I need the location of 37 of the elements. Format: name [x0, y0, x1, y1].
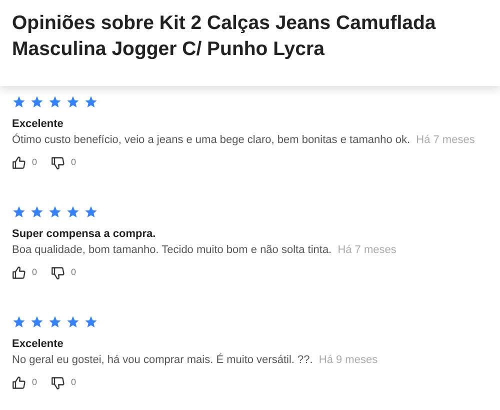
star-icon: [12, 205, 26, 219]
review-title: Super compensa a compra.: [12, 227, 157, 241]
page-title: Opiniões sobre Kit 2 Calças Jeans Camuflada Masculina Jogger C/ Punho Lycra: [12, 11, 437, 62]
review-text: Ótimo custo benefício, veio a jeans e uma bege claro, bem bonitas e tamanho ok.: [12, 134, 410, 146]
like-button[interactable]: 0: [12, 266, 38, 280]
star-icon: [66, 205, 80, 219]
review-title: Excelente: [12, 117, 64, 131]
star-icon: [84, 205, 98, 219]
dislike-button[interactable]: 0: [51, 376, 76, 390]
star-icon: [48, 205, 62, 219]
star-icon: [48, 315, 62, 329]
review-text: Boa qualidade, bom tamanho. Tecido muito bom e não solta tinta.: [12, 244, 332, 256]
review-date: Há 7 meses: [338, 244, 396, 256]
thumbs-up-icon: [12, 266, 26, 280]
star-icon: [66, 95, 80, 109]
like-button[interactable]: 0: [12, 156, 38, 170]
star-icon: [30, 315, 44, 329]
thumbs-down-icon: [51, 266, 66, 280]
dislike-button[interactable]: 0: [51, 156, 76, 170]
review-title: Excelente: [12, 337, 64, 351]
star-icon: [30, 205, 44, 219]
dislike-button[interactable]: 0: [51, 266, 76, 280]
thumbs-down-icon: [51, 156, 66, 170]
star-icon: [66, 315, 80, 329]
star-icon: [12, 95, 26, 109]
star-icon: [48, 95, 62, 109]
thumbs-up-icon: [12, 156, 26, 170]
thumbs-down-icon: [51, 376, 66, 390]
review-date: Há 7 meses: [416, 134, 475, 146]
review-date: Há 9 meses: [318, 354, 378, 366]
star-icon: [84, 95, 98, 109]
star-icon: [30, 95, 44, 109]
like-button[interactable]: 0: [12, 376, 38, 390]
thumbs-up-icon: [12, 376, 26, 390]
star-icon: [12, 315, 26, 329]
star-icon: [84, 315, 98, 329]
review-text: No geral eu gostei, há vou comprar mais. É muito versátil. ??.: [12, 354, 313, 366]
